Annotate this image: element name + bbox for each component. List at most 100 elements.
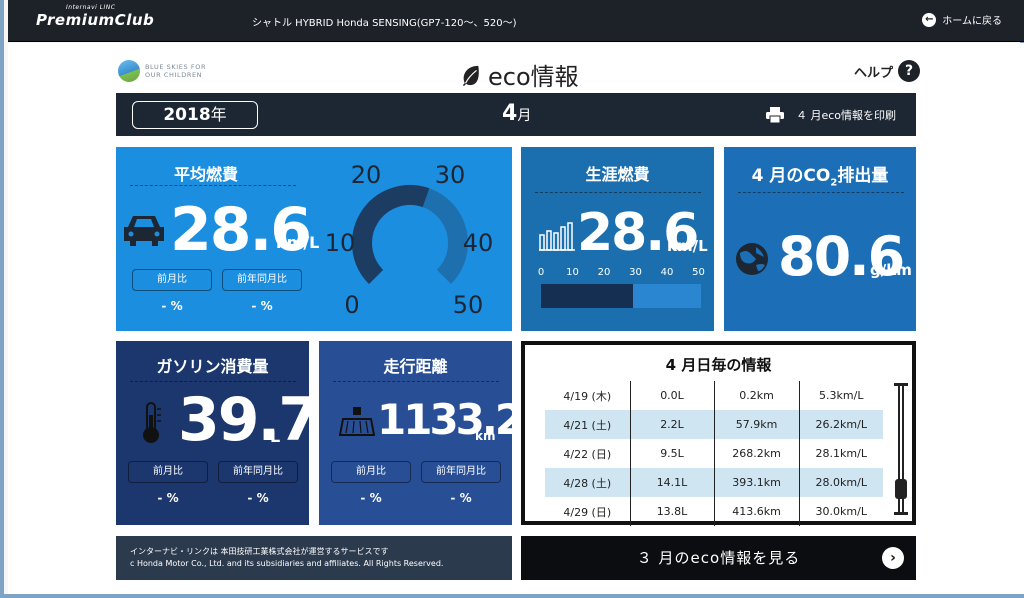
thermometer-icon	[143, 402, 161, 443]
main-content: BLUE SKIES FOR OUR CHILDREN eco情報 ヘルプ ? …	[8, 43, 1024, 594]
avg-prev-month-button[interactable]: 前月比	[132, 269, 212, 291]
road-icon	[339, 407, 375, 436]
cell-eff: 30.0km/L	[798, 497, 883, 526]
dist-prev-year-button[interactable]: 前年同月比	[421, 461, 501, 483]
scale-label: 10	[566, 267, 579, 278]
scrollbar-cap-top	[894, 383, 908, 386]
divider	[738, 192, 904, 193]
gas-prev-year-button[interactable]: 前年同月比	[218, 461, 298, 483]
scale-label: 30	[629, 267, 642, 278]
daily-info-panel: 4 月日毎の情報 4/19 (木) 0.0L 0.2km 5.3km/L 4/21 (土…	[521, 341, 916, 526]
avg-fuel-value: 28.6	[170, 195, 312, 265]
avg-prev-month-value: - %	[161, 299, 183, 313]
page-title-text: eco情報	[488, 63, 579, 91]
help-label: ヘルプ	[854, 65, 894, 81]
leaf-icon	[462, 65, 479, 86]
avg-fuel-panel: 平均燃費 28.6 km/L 前月比 前年同月比 - % - % 0 10 20 30…	[116, 147, 512, 331]
globe-icon	[118, 60, 140, 82]
gasoline-unit: L	[270, 427, 281, 446]
table-row[interactable]: 4/29 (日) 13.8L 413.6km 30.0km/L	[545, 497, 883, 526]
table-row[interactable]: 4/28 (土) 14.1L 393.1km 28.0km/L	[545, 468, 883, 497]
distance-value: 1133.2	[377, 395, 524, 444]
footer-line1: インターナビ・リンクは 本田技研工業株式会社が運営するサービスです	[130, 547, 389, 556]
year-selector[interactable]: 2018年	[132, 101, 258, 129]
gauge-tick-label: 50	[453, 291, 484, 319]
distance-title: 走行距離	[383, 357, 448, 376]
gasoline-panel: ガソリン消費量 39.7 L 前月比 前年同月比 - % - %	[116, 341, 320, 525]
cell-date: 4/29 (日)	[563, 505, 612, 519]
scale-label: 0	[537, 267, 545, 278]
logo-title: PremiumClub	[36, 11, 155, 29]
tagline-line1: BLUE SKIES FOR	[145, 63, 207, 71]
cell-date: 4/22 (日)	[563, 447, 612, 461]
tagline-line2: OUR CHILDREN	[145, 71, 203, 79]
cell-dist: 413.6km	[713, 497, 799, 526]
co2-title-prefix: 4 月のCO	[751, 166, 831, 186]
gasoline-value: 39.7	[178, 385, 320, 455]
footer-note: インターナビ・リンクは 本田技研工業株式会社が運営するサービスです c Hond…	[116, 536, 512, 580]
gas-prev-month-button[interactable]: 前月比	[128, 461, 208, 483]
premium-club-logo[interactable]: Internavi LINC PremiumClub	[36, 4, 155, 29]
print-button[interactable]: ４ 月eco情報を印刷	[765, 107, 896, 123]
year-value: 2018	[163, 105, 211, 125]
bar-chart-icon	[539, 222, 575, 251]
avg-prev-year-button[interactable]: 前年同月比	[222, 269, 302, 291]
back-arrow-icon: ←	[922, 12, 937, 27]
home-button[interactable]: ← ホームに戻る	[922, 12, 1002, 27]
co2-title: 4 月のCO2排出量	[724, 161, 916, 188]
vehicle-model: シャトル HYBRID Honda SENSING(GP7-120～、520～)	[252, 18, 517, 29]
date-bar: 2018年 4月 ４ 月eco情報を印刷	[116, 93, 916, 136]
car-icon	[124, 216, 164, 246]
printer-icon	[765, 107, 784, 123]
month-suffix: 月	[517, 108, 532, 124]
distance-panel: 走行距離 1133.2 km 前月比 前年同月比 - % - %	[319, 341, 524, 525]
gauge-fill	[352, 185, 430, 285]
home-button-label: ホームに戻る	[942, 16, 1002, 27]
table-row[interactable]: 4/22 (日) 9.5L 268.2km 28.1km/L	[545, 439, 883, 468]
cell-fuel: 9.5L	[629, 439, 714, 468]
chevron-right-icon: ›	[882, 547, 904, 569]
divider	[130, 185, 296, 186]
footer-copyright: c Honda Motor Co., Ltd. and its subsidia…	[130, 559, 444, 568]
top-bar: Internavi LINC PremiumClub シャトル HYBRID H…	[8, 0, 1024, 42]
cell-dist: 393.1km	[713, 468, 799, 497]
lifetime-fuel-unit: km/L	[667, 237, 708, 255]
scrollbar-thumb[interactable]	[895, 479, 907, 499]
daily-scrollbar[interactable]	[894, 383, 908, 515]
co2-panel: 4 月のCO2排出量 80.6 g/km	[724, 147, 916, 331]
cell-fuel: 2.2L	[629, 410, 714, 439]
gauge-tick-label: 0	[344, 291, 359, 319]
scale-label: 20	[597, 267, 611, 278]
gasoline-title: ガソリン消費量	[156, 357, 269, 376]
page-title: eco情報	[460, 57, 579, 92]
app-window: Internavi LINC PremiumClub シャトル HYBRID H…	[0, 0, 1024, 598]
cell-eff: 26.2km/L	[798, 410, 883, 439]
table-row[interactable]: 4/21 (土) 2.2L 57.9km 26.2km/L	[545, 410, 883, 439]
co2-unit: g/km	[870, 261, 912, 279]
cell-eff: 28.0km/L	[798, 468, 883, 497]
prev-month-label: ３ 月のeco情報を見る	[636, 549, 801, 567]
earth-icon	[736, 243, 768, 275]
cell-date: 4/28 (土)	[545, 468, 630, 497]
cell-fuel: 14.1L	[629, 468, 714, 497]
distance-unit: km	[475, 429, 496, 443]
year-suffix: 年	[210, 105, 227, 124]
lifetime-bar-fill	[541, 284, 633, 308]
table-row[interactable]: 4/19 (木) 0.0L 0.2km 5.3km/L	[545, 381, 883, 410]
lifetime-scale: 0 10 20 30 40 50	[535, 267, 705, 281]
dist-prev-month-button[interactable]: 前月比	[331, 461, 411, 483]
cell-dist: 268.2km	[713, 439, 799, 468]
help-button[interactable]: ヘルプ ?	[854, 60, 921, 82]
cell-fuel: 0.0L	[629, 381, 714, 410]
scale-label: 50	[692, 267, 705, 278]
daily-info-title: 4 月日毎の情報	[665, 356, 772, 374]
daily-table: 4/19 (木) 0.0L 0.2km 5.3km/L 4/21 (土) 2.2L 57.9…	[545, 381, 883, 526]
lifetime-bar-track	[541, 284, 701, 308]
gas-prev-year-value: - %	[247, 491, 269, 505]
blue-skies-logo: BLUE SKIES FOR OUR CHILDREN	[118, 60, 206, 82]
lifetime-fuel-title: 生涯燃費	[585, 165, 650, 184]
cell-date: 4/21 (土)	[545, 410, 630, 439]
prev-month-eco-button[interactable]: ３ 月のeco情報を見る ›	[521, 536, 916, 580]
fuel-gauge: 0 10 20 30 40 50	[325, 161, 494, 319]
avg-prev-year-value: - %	[251, 299, 273, 313]
